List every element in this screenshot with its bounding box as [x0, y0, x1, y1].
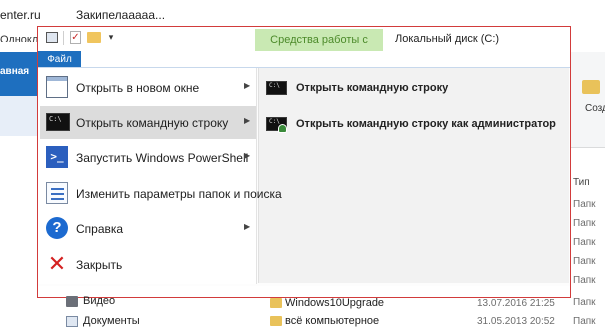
column-header-type[interactable]: Тип	[573, 177, 590, 188]
menu-item-label: Запустить Windows PowerShell	[76, 151, 249, 165]
left-pane-header-label: авная	[0, 66, 30, 77]
type-cell: Папк	[573, 218, 596, 229]
file-date: 13.07.2016 21:25	[477, 298, 555, 309]
file-name: всё компьютерное	[285, 315, 380, 327]
file-name: Windows10Upgrade	[285, 297, 385, 309]
submenu-item-label: Открыть командную строку как администрат…	[296, 118, 556, 130]
submenu-item-open-command-prompt[interactable]: C:\ Открыть командную строку	[262, 74, 566, 104]
chevron-right-icon: ▶	[244, 222, 251, 231]
help-icon: ?	[46, 217, 68, 239]
type-cell: Папк	[573, 199, 596, 210]
menu-item-open-command-prompt[interactable]: C:\ Открыть командную строку ▶	[40, 106, 256, 139]
type-cell: Папк	[573, 297, 596, 308]
chevron-right-icon: ▶	[244, 116, 251, 125]
window-title: Локальный диск (C:)	[395, 33, 500, 45]
menu-item-label: Закрыть	[76, 258, 123, 272]
chevron-right-icon: ▶	[244, 81, 251, 90]
type-cell: Папк	[573, 275, 596, 286]
command-prompt-icon: C:\	[266, 81, 287, 95]
submenu-item-label: Открыть командную строку	[296, 82, 449, 94]
file-date: 31.05.2013 20:52	[477, 316, 555, 327]
customize-toolbar-icon[interactable]: ▾	[105, 31, 117, 44]
chevron-right-icon: ▶	[244, 151, 251, 160]
menu-item-label: Открыть в новом окне	[76, 81, 200, 95]
menu-item-folder-options[interactable]: Изменить параметры папок и поиска	[40, 177, 282, 210]
admin-user-icon	[278, 124, 287, 133]
submenu-item-open-command-prompt-admin[interactable]: C:\ Открыть командную строку как админис…	[262, 110, 566, 140]
browser-tab[interactable]: enter.ru	[0, 8, 41, 22]
nav-item-video[interactable]: Видео	[83, 295, 115, 307]
video-folder-icon	[66, 296, 78, 307]
documents-folder-icon	[66, 316, 78, 327]
ribbon-tab-row	[38, 51, 570, 67]
ribbon-edge	[571, 52, 605, 148]
folder-icon	[270, 298, 282, 308]
toolbar-divider	[63, 31, 64, 45]
disk-tools-tab[interactable]: Средства работы с дисками	[255, 29, 383, 68]
new-folder-label[interactable]: Созд	[585, 103, 605, 114]
type-cell: Папк	[573, 316, 596, 327]
tab-file[interactable]: Файл	[38, 51, 81, 68]
menu-item-help[interactable]: ? Справка ▶	[40, 212, 256, 245]
command-prompt-icon: C:\	[46, 113, 70, 131]
folder-icon[interactable]	[87, 32, 101, 43]
folder-icon	[270, 316, 282, 326]
menu-item-label: Справка	[76, 222, 124, 236]
properties-icon[interactable]	[46, 32, 58, 43]
browser-tab[interactable]: Закипелааааа...	[76, 8, 165, 22]
menu-item-label: Изменить параметры папок и поиска	[76, 187, 282, 201]
powershell-icon: >_	[46, 146, 68, 168]
menu-item-close[interactable]: ✕ Закрыть	[40, 248, 256, 281]
close-icon: ✕	[47, 251, 67, 276]
menu-item-powershell[interactable]: >_ Запустить Windows PowerShell ▶	[40, 141, 256, 174]
checkmark-icon[interactable]: ✓	[70, 31, 81, 44]
new-folder-icon[interactable]	[582, 80, 600, 94]
menu-item-open-new-window[interactable]: Открыть в новом окне ▶	[40, 71, 256, 104]
type-cell: Папк	[573, 237, 596, 248]
folder-options-icon	[46, 182, 68, 204]
file-list-area	[38, 286, 570, 297]
type-cell: Папк	[573, 256, 596, 267]
menu-item-label: Открыть командную строку	[76, 116, 229, 130]
left-pane-ribbon	[0, 96, 38, 136]
new-window-icon	[46, 76, 68, 98]
nav-item-documents[interactable]: Документы	[83, 315, 140, 327]
